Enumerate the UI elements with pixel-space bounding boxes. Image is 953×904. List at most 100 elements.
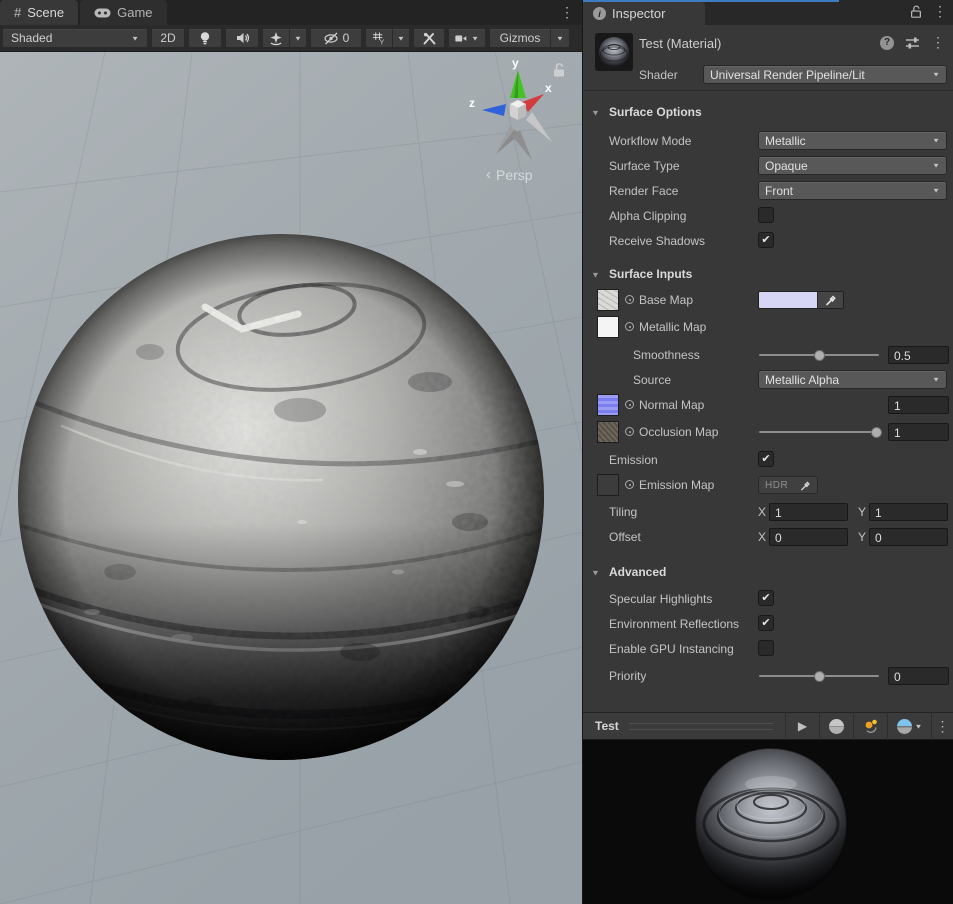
hidden-objects-button[interactable]: 0 (310, 28, 362, 48)
preview-mesh-button[interactable] (819, 712, 853, 740)
object-picker-icon[interactable] (625, 400, 634, 409)
audio-toggle-button[interactable] (225, 28, 259, 48)
chevron-down-icon: ▼ (932, 137, 940, 144)
lock-open-icon[interactable] (551, 62, 567, 78)
slider-knob[interactable] (871, 427, 882, 438)
preview-bar[interactable]: Test ▶ ▼ ⋮ (583, 712, 953, 740)
smoothness-label: Smoothness (633, 348, 700, 362)
slider-knob[interactable] (814, 350, 825, 361)
receive-shadows-checkbox[interactable]: ✔ (758, 232, 774, 248)
emission-hdr-color-button[interactable]: HDR (758, 476, 818, 494)
shading-mode-dropdown[interactable]: Shaded ▼ (2, 28, 148, 48)
scene-menu-icon[interactable]: ⋮ (560, 4, 574, 21)
tiling-x-field[interactable]: 1 (769, 503, 848, 521)
section-surface-inputs[interactable]: ▼ Surface Inputs (583, 266, 953, 284)
object-picker-icon[interactable] (625, 480, 634, 489)
object-picker-icon[interactable] (625, 295, 634, 304)
projection-toggle[interactable]: ‹ Persp (486, 166, 533, 183)
material-menu-icon[interactable]: ⋮ (931, 34, 945, 51)
tab-game[interactable]: Game (80, 0, 166, 25)
gizmos-dropdown[interactable]: ▼ (551, 28, 570, 48)
normal-map-scale-field[interactable]: 1 (888, 396, 949, 414)
occlusion-strength-slider[interactable] (759, 431, 879, 433)
scene-viewport[interactable]: y x z ‹ Persp (0, 52, 582, 904)
offset-x-label: X (758, 530, 766, 544)
preview-menu-button[interactable]: ⋮ (931, 712, 953, 740)
preview-drag-handle[interactable] (629, 723, 773, 730)
gpu-instancing-checkbox[interactable]: ✔ (758, 640, 774, 656)
2d-toggle-button[interactable]: 2D (151, 28, 185, 48)
lock-open-icon[interactable] (909, 4, 923, 19)
unity-editor: # Scene Game ⋮ Shaded ▼ 2D (0, 0, 953, 904)
preview-environment-button[interactable]: ▼ (887, 712, 931, 740)
gizmos-button[interactable]: Gizmos (489, 28, 551, 48)
section-surface-options[interactable]: ▼ Surface Options (583, 104, 953, 122)
render-face-row: Render Face Front ▼ (583, 181, 953, 203)
tab-game-label: Game (117, 5, 152, 20)
shader-dropdown[interactable]: Universal Render Pipeline/Lit ▼ (703, 65, 947, 84)
2d-label: 2D (160, 31, 175, 45)
environment-reflections-row: Environment Reflections ✔ (583, 614, 953, 636)
surface-type-dropdown[interactable]: Opaque ▼ (758, 156, 947, 175)
render-face-dropdown[interactable]: Front ▼ (758, 181, 947, 200)
tools-button[interactable] (413, 28, 445, 48)
tab-inspector[interactable]: i Inspector (583, 2, 705, 25)
lighting-toggle-button[interactable] (188, 28, 222, 48)
gizmos-label: Gizmos (500, 31, 541, 45)
alpha-clipping-row: Alpha Clipping ✔ (583, 206, 953, 228)
tab-scene[interactable]: # Scene (0, 0, 78, 25)
presets-icon[interactable] (905, 36, 920, 50)
environment-reflections-checkbox[interactable]: ✔ (758, 615, 774, 631)
effects-toggle-button[interactable] (262, 28, 290, 48)
gpu-instancing-row: Enable GPU Instancing ✔ (583, 639, 953, 661)
effects-dropdown[interactable]: ▼ (290, 28, 307, 48)
shader-label: Shader (639, 68, 678, 82)
slider-knob[interactable] (814, 671, 825, 682)
normal-map-texture-slot[interactable] (597, 394, 619, 416)
alpha-clipping-checkbox[interactable]: ✔ (758, 207, 774, 223)
specular-highlights-checkbox[interactable]: ✔ (758, 590, 774, 606)
emission-checkbox[interactable]: ✔ (758, 451, 774, 467)
tiling-y-field[interactable]: 1 (869, 503, 948, 521)
offset-x-field[interactable]: 0 (769, 528, 848, 546)
priority-slider[interactable] (759, 675, 879, 677)
occlusion-strength-field[interactable]: 1 (888, 423, 949, 441)
grid-dropdown[interactable]: ▼ (393, 28, 410, 48)
offset-y-label: Y (858, 530, 866, 544)
shader-value: Universal Render Pipeline/Lit (710, 68, 865, 82)
grid-visibility-button[interactable]: Y (365, 28, 393, 48)
chevron-down-icon: ▼ (397, 34, 405, 41)
help-icon[interactable]: ? (880, 36, 894, 50)
metallic-map-label: Metallic Map (639, 320, 706, 334)
workflow-mode-row: Workflow Mode Metallic ▼ (583, 131, 953, 153)
priority-label: Priority (609, 669, 646, 683)
preview-lighting-button[interactable] (853, 712, 887, 740)
inspector-menu-icon[interactable]: ⋮ (933, 3, 947, 20)
material-header: Test (Material) ? ⋮ Shader Universal Ren… (583, 25, 953, 91)
base-map-color-swatch[interactable] (759, 292, 817, 308)
occlusion-map-texture-slot[interactable] (597, 421, 619, 443)
base-map-texture-slot[interactable] (597, 289, 619, 311)
workflow-mode-dropdown[interactable]: Metallic ▼ (758, 131, 947, 150)
eyedropper-icon[interactable] (825, 294, 837, 306)
object-picker-icon[interactable] (625, 322, 634, 331)
section-advanced[interactable]: ▼ Advanced (583, 564, 953, 582)
material-preview-viewport[interactable] (583, 740, 953, 904)
base-map-color-control[interactable] (758, 291, 844, 309)
eyedropper-icon[interactable] (800, 480, 811, 491)
priority-field[interactable]: 0 (888, 667, 949, 685)
tiling-label: Tiling (609, 505, 637, 519)
preview-play-button[interactable]: ▶ (785, 712, 819, 740)
metallic-map-texture-slot[interactable] (597, 316, 619, 338)
smoothness-slider[interactable] (759, 354, 879, 356)
camera-settings-button[interactable]: ▼ (448, 28, 486, 48)
smoothness-field[interactable]: 0.5 (888, 346, 949, 364)
emission-map-texture-slot[interactable] (597, 474, 619, 496)
emission-map-label: Emission Map (639, 478, 714, 492)
tiling-x-label: X (758, 505, 766, 519)
object-picker-icon[interactable] (625, 427, 634, 436)
material-thumbnail[interactable] (595, 33, 633, 71)
emission-label: Emission (609, 453, 658, 467)
offset-y-field[interactable]: 0 (869, 528, 948, 546)
source-dropdown[interactable]: Metallic Alpha ▼ (758, 370, 947, 389)
